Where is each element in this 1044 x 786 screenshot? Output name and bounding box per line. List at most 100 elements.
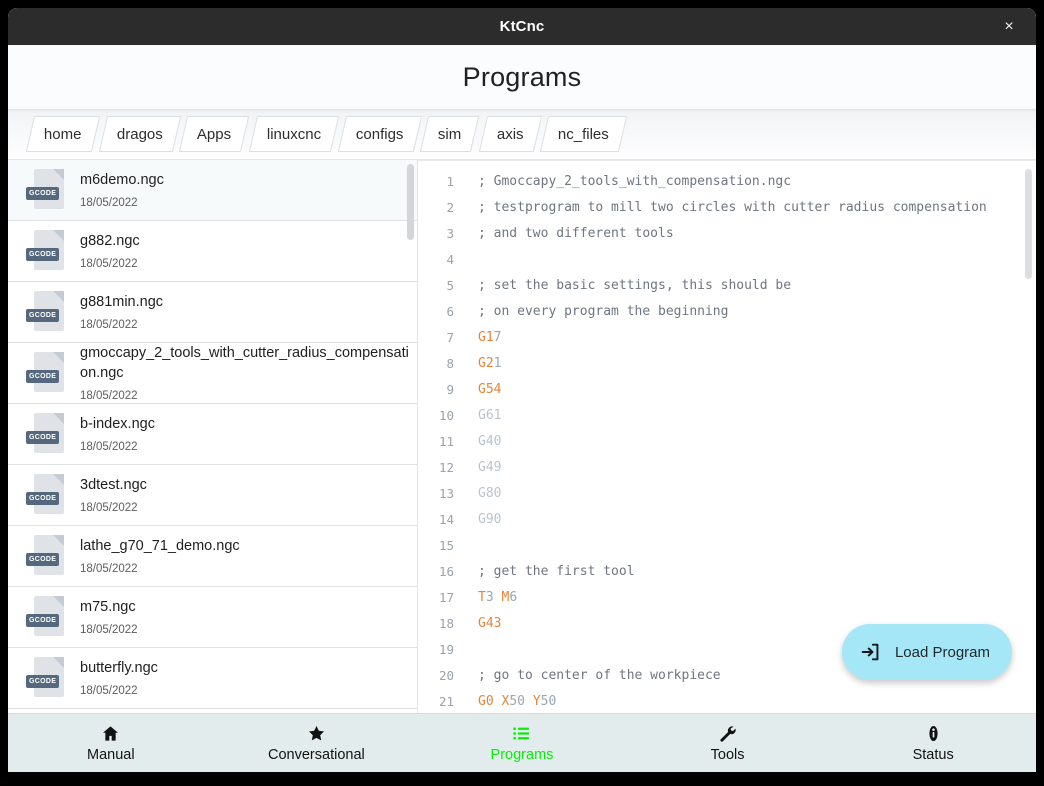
code-token: G43	[478, 615, 502, 631]
nav-item-manual[interactable]: Manual	[8, 714, 214, 772]
code-line-number: 8	[446, 355, 454, 371]
code-token: ; Gmoccapy_2_tools_with_compensation.ngc	[478, 173, 792, 189]
breadcrumb-item-label: axis	[496, 125, 524, 143]
nav-item-status[interactable]: Status	[830, 714, 1036, 772]
code-token: 7	[493, 329, 502, 345]
file-list-panel: GCODE m6demo.ngc 18/05/2022 GCODE g882.ngc 18…	[8, 160, 418, 713]
file-list-scrollbar[interactable]	[407, 164, 414, 240]
nav-item-label: Conversational	[268, 746, 365, 763]
code-line-content: G54	[462, 382, 501, 397]
file-list-item[interactable]: GCODE lathe_g70_71_demo.ngc 18/05/2022	[8, 526, 417, 587]
code-token: G49	[478, 459, 502, 475]
code-line: 3 ; and two different tools	[418, 220, 1036, 246]
gcode-file-icon: GCODE	[26, 655, 70, 701]
breadcrumb-item-configs[interactable]: configs	[337, 116, 422, 152]
page-header: Programs	[8, 45, 1036, 109]
breadcrumb-item-label: sim	[438, 125, 462, 143]
code-line-content: ; and two different tools	[462, 226, 674, 241]
code-token: ; go to center of the workpiece	[478, 667, 721, 683]
code-line-number: 15	[438, 537, 454, 553]
code-line-number: 20	[438, 667, 454, 683]
breadcrumb-item-sim[interactable]: sim	[420, 116, 480, 152]
code-line-number: 5	[446, 277, 454, 293]
code-token: 50	[509, 693, 525, 709]
code-line-number: 17	[438, 589, 454, 605]
file-name: g882.ngc	[80, 233, 140, 249]
breadcrumb-item-dragos[interactable]: dragos	[98, 116, 181, 152]
file-fold-shape	[53, 535, 64, 546]
breadcrumb-item-linuxcnc[interactable]: linuxcnc	[248, 116, 339, 152]
gcode-file-icon: GCODE	[26, 594, 70, 640]
nav-item-tools[interactable]: Tools	[625, 714, 831, 772]
code-line-content: G80	[462, 486, 501, 501]
file-name: butterfly.ngc	[80, 660, 158, 676]
code-line-content: ; Gmoccapy_2_tools_with_compensation.ngc	[462, 174, 791, 189]
file-list-item[interactable]: GCODE g882.ngc 18/05/2022	[8, 221, 417, 282]
file-date: 18/05/2022	[80, 441, 138, 453]
nav-item-conversational[interactable]: Conversational	[214, 714, 420, 772]
code-token: 50	[540, 693, 557, 709]
code-line-content: G61	[462, 408, 501, 423]
file-list-item[interactable]: GCODE g881min.ngc 18/05/2022	[8, 282, 417, 343]
breadcrumb-item-home[interactable]: home	[25, 116, 100, 152]
gcode-file-icon: GCODE	[26, 533, 70, 579]
page-title: Programs	[462, 61, 582, 92]
code-line-number: 10	[438, 407, 454, 423]
file-meta: gmoccapy_2_tools_with_cutter_radius_comp…	[80, 343, 417, 403]
file-list-item[interactable]: GCODE butterfly.ngc 18/05/2022	[8, 648, 417, 709]
code-line-number: 9	[446, 381, 454, 397]
code-line: 17 T3 M6	[418, 584, 1036, 610]
file-list-item[interactable]: GCODE gmoccapy_2_tools_with_cutter_radius…	[8, 343, 417, 404]
code-line-content: G0 X50 Y50	[462, 694, 556, 709]
gcode-badge: GCODE	[26, 248, 60, 261]
breadcrumb-item-nc_files[interactable]: nc_files	[540, 116, 628, 152]
code-token: 1	[493, 355, 502, 371]
load-program-button[interactable]: Load Program	[841, 624, 1012, 680]
file-fold-shape	[53, 291, 64, 302]
code-token: G1	[478, 329, 494, 345]
gcode-file-icon: GCODE	[26, 350, 70, 396]
code-token: T	[478, 589, 486, 605]
code-line-number: 18	[438, 615, 454, 631]
breadcrumb-item-axis[interactable]: axis	[478, 116, 542, 152]
code-line-content: G40	[462, 434, 501, 449]
file-name: gmoccapy_2_tools_with_cutter_radius_comp…	[80, 345, 409, 381]
gcode-file-icon: GCODE	[26, 289, 70, 335]
file-list[interactable]: GCODE m6demo.ngc 18/05/2022 GCODE g882.ngc 18…	[8, 160, 417, 713]
file-date: 18/05/2022	[80, 685, 138, 697]
file-date: 18/05/2022	[80, 624, 138, 636]
code-line-number: 1	[446, 173, 454, 189]
breadcrumb-item-apps[interactable]: Apps	[179, 116, 250, 152]
gcode-badge: GCODE	[26, 309, 60, 322]
gcode-badge: GCODE	[26, 492, 60, 505]
code-line: 6 ; on every program the beginning	[418, 298, 1036, 324]
code-line-content: G90	[462, 512, 501, 527]
breadcrumb-item-label: home	[44, 125, 82, 143]
file-date: 18/05/2022	[80, 319, 138, 331]
gcode-file-icon: GCODE	[26, 228, 70, 274]
code-line-number: 14	[438, 511, 454, 527]
gcode-badge: GCODE	[26, 370, 60, 383]
file-list-item[interactable]: GCODE m6demo.ngc 18/05/2022	[8, 160, 417, 221]
code-editor-scrollbar[interactable]	[1025, 169, 1032, 279]
code-line-content: ; testprogram to mill two circles with c…	[462, 200, 987, 215]
nav-item-programs[interactable]: Programs	[419, 714, 625, 772]
load-program-icon	[860, 641, 882, 663]
file-date: 18/05/2022	[80, 502, 138, 514]
file-list-item[interactable]: GCODE m75.ngc 18/05/2022	[8, 587, 417, 648]
code-token: ; get the first tool	[478, 563, 635, 579]
gcode-badge: GCODE	[26, 431, 60, 444]
gcode-file-icon: GCODE	[26, 167, 70, 213]
code-line-number: 16	[438, 563, 454, 579]
file-meta: g881min.ngc 18/05/2022	[80, 292, 417, 332]
code-line-content: G17	[462, 330, 501, 345]
file-list-item[interactable]: GCODE 3dtest.ngc 18/05/2022	[8, 465, 417, 526]
file-list-item[interactable]: GCODE b-index.ngc 18/05/2022	[8, 404, 417, 465]
code-line-number: 21	[438, 693, 454, 709]
close-icon[interactable]: ×	[992, 8, 1026, 45]
code-token: G61	[478, 407, 502, 423]
code-token: G40	[478, 433, 502, 449]
file-fold-shape	[53, 352, 64, 363]
code-line: 13 G80	[418, 480, 1036, 506]
